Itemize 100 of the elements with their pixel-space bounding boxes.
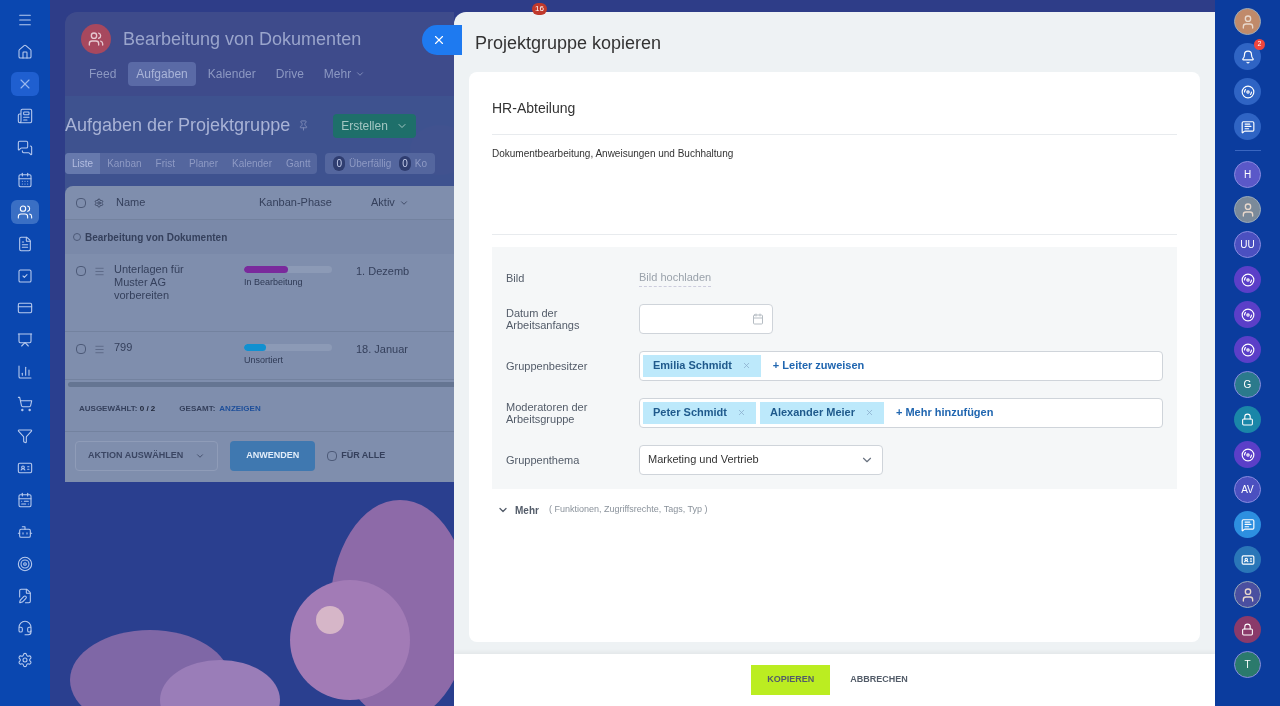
checkbox-label: FÜR ALLE xyxy=(341,449,386,463)
page-heading: Aufgaben der Projektgruppe xyxy=(65,114,291,137)
column-header[interactable]: Kanban-Phase xyxy=(259,194,359,211)
chat-avatar[interactable]: UU xyxy=(1234,231,1261,258)
column-header[interactable]: Name xyxy=(116,194,259,211)
phase-label: In Bearbeitung xyxy=(244,276,304,289)
filter-label[interactable]: Überfällig xyxy=(349,156,392,171)
spiral-icon xyxy=(1240,307,1255,322)
column-header[interactable]: Aktiv xyxy=(371,194,409,211)
chat-avatar[interactable]: H xyxy=(1234,161,1261,188)
people-field[interactable]: Emilia Schmidt + Leiter zuweisen xyxy=(639,350,1163,381)
close-button[interactable] xyxy=(422,25,462,55)
chart-icon xyxy=(17,364,33,380)
sign-icon xyxy=(17,588,33,604)
robot-icon xyxy=(17,524,33,540)
chat-avatar[interactable] xyxy=(1234,441,1261,468)
target-icon xyxy=(17,556,33,572)
apply-button[interactable]: ANWENDEN xyxy=(230,441,316,471)
spiral-icon xyxy=(1240,447,1255,462)
people-field[interactable]: Peter Schmidt Alexander Meier + Mehr hinzufügen xyxy=(639,397,1163,428)
chat-avatar[interactable] xyxy=(1234,546,1261,573)
show-link[interactable]: ANZEIGEN xyxy=(219,403,261,415)
task-name[interactable]: 799 xyxy=(114,341,204,379)
chat-avatar[interactable] xyxy=(1234,406,1261,433)
view-tab[interactable]: Frist xyxy=(148,153,183,174)
action-select[interactable]: AKTION AUSWÄHLEN xyxy=(75,441,219,471)
theme-select[interactable]: Marketing und Vertrieb xyxy=(639,444,883,475)
bell-icon xyxy=(1240,49,1255,64)
chat-icon xyxy=(1240,517,1255,532)
tab[interactable]: Mehr xyxy=(315,62,374,86)
view-tab[interactable]: Gantt xyxy=(279,153,318,174)
person-tag: Emilia Schmidt xyxy=(643,354,761,377)
menu-icon xyxy=(17,12,33,28)
tasks-icon xyxy=(17,268,33,284)
checkbox[interactable] xyxy=(76,266,86,276)
nav-item[interactable] xyxy=(11,200,39,224)
chat-avatar[interactable] xyxy=(1234,616,1261,643)
view-tab[interactable]: Kalender xyxy=(224,153,279,174)
tab[interactable]: Kalender xyxy=(199,62,264,86)
task-name[interactable]: Unterlagen für Muster AG vorbereiten xyxy=(114,263,204,331)
drag-handle-icon[interactable] xyxy=(94,344,105,355)
contact-card-icon xyxy=(1240,552,1255,567)
document-icon xyxy=(17,236,33,252)
calendar-icon xyxy=(752,312,764,325)
support-icon xyxy=(17,620,33,636)
chat-avatar[interactable] xyxy=(1234,78,1261,105)
avatar[interactable] xyxy=(1234,196,1261,223)
checkbox[interactable] xyxy=(327,451,338,461)
settings-icon xyxy=(17,652,33,668)
chat-avatar[interactable]: AV xyxy=(1234,476,1261,503)
group-title: Bearbeitung von Dokumenten xyxy=(85,230,228,245)
caret-icon xyxy=(355,69,366,79)
pin-icon xyxy=(298,120,310,131)
chat-avatar[interactable]: G xyxy=(1234,371,1261,398)
scrollbar[interactable] xyxy=(68,382,454,387)
cancel-button[interactable]: ABBRECHEN xyxy=(840,665,918,695)
view-tab[interactable]: Planer xyxy=(182,153,225,174)
counter-badge: 0 xyxy=(333,156,346,171)
checkbox[interactable] xyxy=(76,344,86,354)
card-icon xyxy=(17,300,33,316)
chat-avatar[interactable] xyxy=(1234,113,1261,140)
more-toggle[interactable]: Mehr ( Funktionen, Zugriffsrechte, Tags, Typ ) xyxy=(497,502,708,518)
add-link[interactable]: + Leiter zuweisen xyxy=(772,357,865,374)
chat-avatar[interactable] xyxy=(1234,511,1261,538)
add-link[interactable]: + Mehr hinzufügen xyxy=(895,404,994,421)
lock-icon xyxy=(1241,623,1254,636)
person-tag: Peter Schmidt xyxy=(643,401,756,424)
avatar[interactable] xyxy=(1234,8,1261,35)
date-field[interactable] xyxy=(639,303,773,334)
chat-avatar[interactable] xyxy=(1234,336,1261,363)
checkbox[interactable] xyxy=(76,197,86,208)
create-button[interactable]: Erstellen xyxy=(333,113,416,138)
more-label: Mehr xyxy=(515,503,539,518)
board-icon xyxy=(17,332,33,348)
schedule-icon xyxy=(17,492,33,508)
view-tab[interactable]: Liste xyxy=(65,153,101,174)
chat-avatar[interactable] xyxy=(1234,301,1261,328)
avatar[interactable] xyxy=(1234,581,1261,608)
group-name[interactable]: HR-Abteilung xyxy=(492,98,1177,135)
drag-handle-icon[interactable] xyxy=(94,266,105,277)
tab[interactable]: Aufgaben xyxy=(128,62,196,86)
home-icon xyxy=(17,44,33,60)
chat-avatar[interactable]: T xyxy=(1234,651,1261,678)
close-button[interactable] xyxy=(11,72,39,96)
upload-link[interactable]: Bild hochladen xyxy=(639,269,712,287)
tab[interactable]: Drive xyxy=(267,62,312,86)
tab[interactable]: Feed xyxy=(81,62,125,86)
groups-icon xyxy=(17,204,33,220)
spiral-icon xyxy=(1240,272,1255,287)
field-label: Bild xyxy=(506,271,526,284)
group-description[interactable]: Dokumentbearbeitung, Anweisungen und Buchhaltung xyxy=(492,135,1177,235)
slider-title: Projektgruppe kopieren xyxy=(474,32,663,55)
chat-avatar[interactable] xyxy=(1234,266,1261,293)
view-tab[interactable]: Kanban xyxy=(100,153,149,174)
copy-button[interactable]: KOPIEREN xyxy=(751,665,831,695)
group-avatar xyxy=(81,24,111,54)
selected-count: AUSGEWÄHLT: 0 / 2 xyxy=(79,403,156,415)
chats-icon xyxy=(17,140,33,156)
calendar-icon xyxy=(17,172,33,188)
counter-badge: 0 xyxy=(399,156,411,171)
